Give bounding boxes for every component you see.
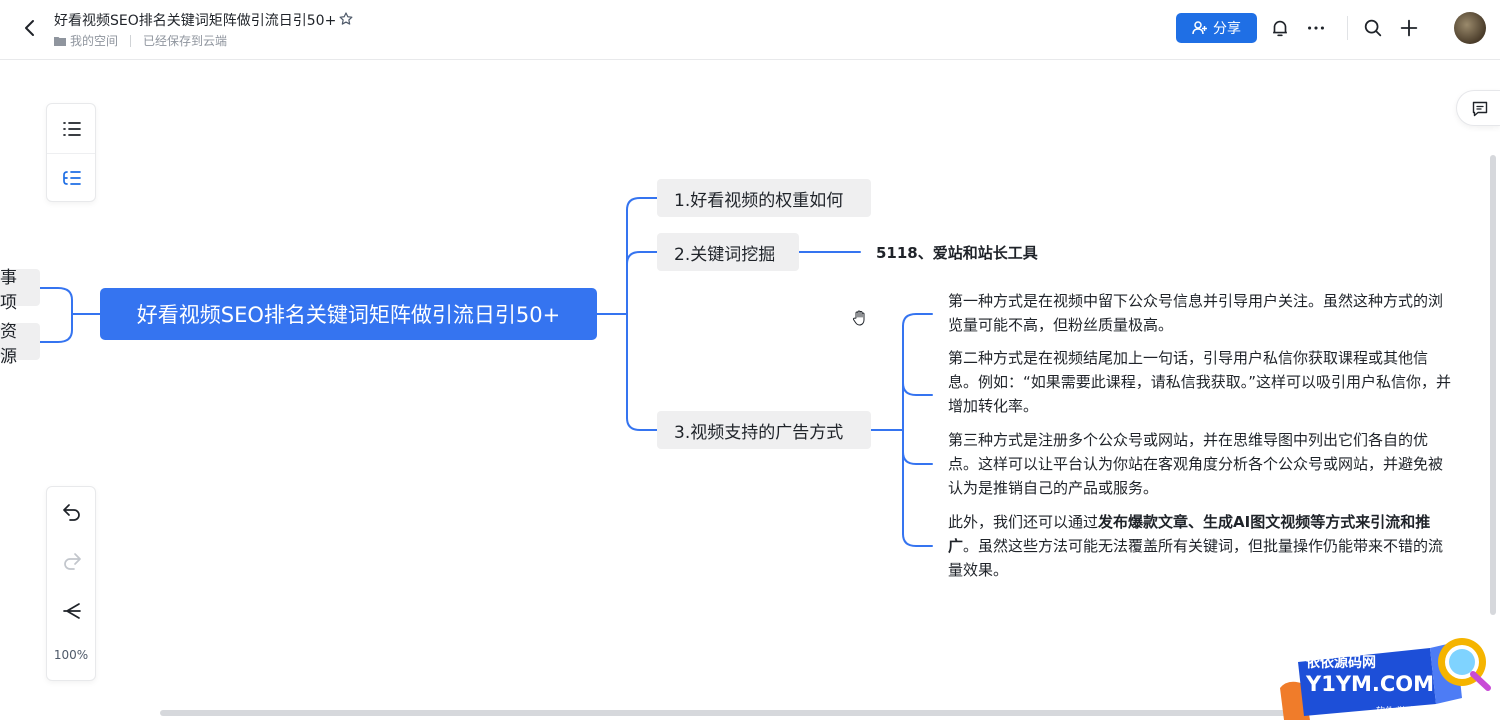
leaf-method-4[interactable]: 此外，我们还可以通过发布爆款文章、生成AI图文视频等方式来引流和推广。虽然这些方… xyxy=(948,510,1452,582)
root-node[interactable]: 好看视频SEO排名关键词矩阵做引流日引50+ xyxy=(100,288,597,340)
view-switch-panel xyxy=(46,103,96,202)
watermark-line2: Y1YM.COM xyxy=(1305,672,1434,696)
left-node-resources[interactable]: 资源 xyxy=(0,322,40,367)
outline-icon[interactable] xyxy=(60,117,84,141)
branch-node-keyword-mining[interactable]: 2.关键词挖掘 xyxy=(657,233,799,271)
hand-cursor-icon xyxy=(852,310,865,326)
horizontal-scrollbar[interactable] xyxy=(160,710,1290,716)
mindmap-layout-icon[interactable] xyxy=(60,166,84,190)
undo-icon[interactable] xyxy=(60,500,84,524)
panel-divider xyxy=(47,153,95,154)
leaf-method-4-prefix: 此外，我们还可以通过 xyxy=(948,513,1099,531)
mindmap-editor: 好看视频SEO排名关键词矩阵做引流日引50+ 我的空间 已经保存到云端 分享 事… xyxy=(0,0,1500,720)
leaf-method-1[interactable]: 第一种方式是在视频中留下公众号信息并引导用户关注。虽然这种方式的浏览量可能不高，… xyxy=(948,289,1452,337)
layout-tree-icon[interactable] xyxy=(60,599,84,623)
branch-node-weight[interactable]: 1.好看视频的权重如何 xyxy=(657,179,871,217)
comment-icon xyxy=(1472,101,1488,117)
vertical-scrollbar[interactable] xyxy=(1490,155,1496,615)
left-node-label: 资源 xyxy=(0,321,17,367)
watermark-line1: 依依源码网 xyxy=(1306,654,1376,671)
history-panel: 100% xyxy=(46,486,96,681)
leaf-method-2[interactable]: 第二种方式是在视频结尾加上一句话，引导用户私信你获取课程或其他信息。例如：“如果… xyxy=(948,346,1452,418)
leaf-method-3[interactable]: 第三种方式是注册多个公众号或网站，并在思维导图中列出它们各自的优点。这样可以让平… xyxy=(948,428,1452,500)
comment-tab[interactable] xyxy=(1456,90,1500,126)
leaf-method-4-suffix: 。虽然这些方法可能无法覆盖所有关键词，但批量操作仍能带来不错的流量效果。 xyxy=(948,537,1444,579)
watermark-logo: 依依源码网 Y1YM.COM 软件/游戏/小程序/棋牌 xyxy=(1280,638,1491,720)
left-node-label: 事项 xyxy=(0,267,17,313)
left-node-matters[interactable]: 事项 xyxy=(0,268,40,313)
redo-icon[interactable] xyxy=(60,549,84,573)
leaf-keyword-tools[interactable]: 5118、爱站和站长工具 xyxy=(876,242,1038,263)
zoom-level[interactable]: 100% xyxy=(47,648,95,662)
branch-node-ad-methods[interactable]: 3.视频支持的广告方式 xyxy=(657,411,871,449)
watermark-line3: 软件/游戏/小程序/棋牌 xyxy=(1376,705,1466,717)
